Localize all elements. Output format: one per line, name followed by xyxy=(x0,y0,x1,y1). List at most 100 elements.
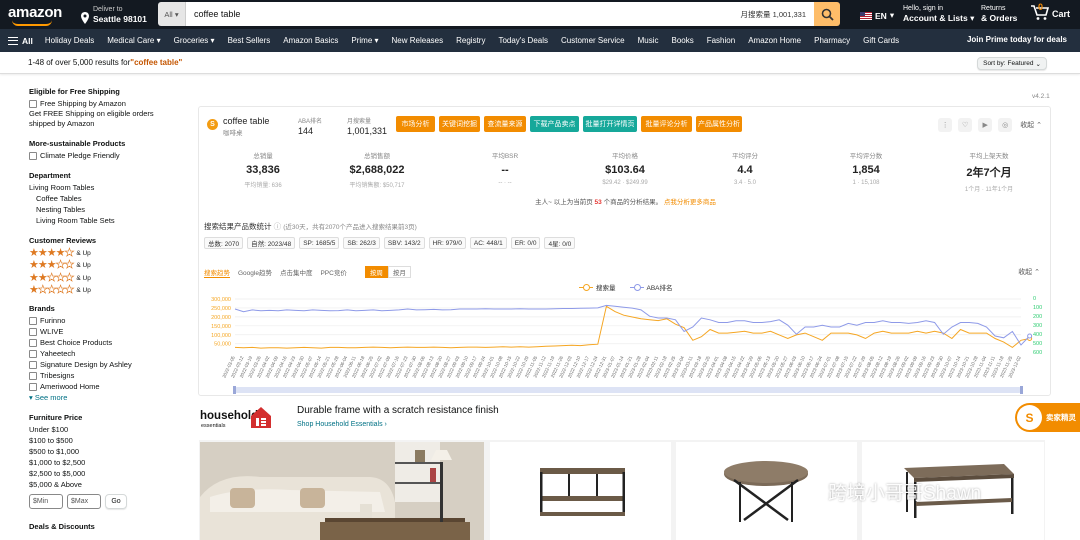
ad-shop-link[interactable]: Shop Household Essentials › xyxy=(297,421,387,428)
all-menu-button[interactable]: All xyxy=(8,36,33,46)
analyze-more-link[interactable]: 点我分析更多商品 xyxy=(664,199,716,206)
brand-checkbox[interactable]: Signature Design by Ashley xyxy=(29,359,179,370)
plugin-action-button[interactable]: 下载产品卖点 xyxy=(530,116,579,132)
nav-item[interactable]: Prime ▾ xyxy=(351,36,378,45)
settings-icon[interactable]: ◎ xyxy=(998,118,1013,132)
nav-item[interactable]: Pharmacy xyxy=(814,36,850,45)
household-essentials-logo[interactable]: household essentials xyxy=(199,404,276,430)
legend-item[interactable]: 搜索量 xyxy=(579,282,616,292)
search-button[interactable] xyxy=(814,2,840,26)
chart-collapse-button[interactable]: 收起 ⌃ xyxy=(1018,267,1040,277)
plugin-action-button[interactable]: 产品属性分析 xyxy=(696,116,742,132)
price-link[interactable]: Under $100 xyxy=(29,424,179,435)
tab-search-trend[interactable]: 搜索趋势 xyxy=(204,267,230,278)
review-filter-2-stars[interactable]: ★★★★★ & Up xyxy=(29,272,179,285)
checkbox[interactable] xyxy=(29,349,37,358)
plugin-action-button[interactable]: 关键词挖掘 xyxy=(439,116,480,132)
review-filter-1-stars[interactable]: ★★★★★ & Up xyxy=(29,284,179,298)
nav-item[interactable]: Holiday Deals xyxy=(45,36,94,45)
price-go-button[interactable]: Go xyxy=(105,494,127,509)
nav-item[interactable]: Fashion xyxy=(707,36,735,45)
toggle-weekly[interactable]: 按周 xyxy=(364,266,388,278)
result-tag[interactable]: 4星: 0/0 xyxy=(544,237,576,249)
legend-item[interactable]: ABA排名 xyxy=(629,282,673,292)
tab-ppc-bid[interactable]: PPC竞价 xyxy=(320,267,346,277)
department-link[interactable]: Living Room Tables xyxy=(29,182,179,193)
ad-headline[interactable]: Durable frame with a scratch resistance … xyxy=(297,405,499,416)
amazon-logo[interactable]: amazon xyxy=(8,4,64,26)
search-category-select[interactable]: All ▾ xyxy=(158,2,186,26)
plugin-action-button[interactable]: 批量打开详情页 xyxy=(583,116,637,132)
result-tag[interactable]: HR: 979/0 xyxy=(428,237,466,249)
brand-checkbox[interactable]: Best Choice Products xyxy=(29,337,179,348)
checkbox[interactable] xyxy=(29,151,37,160)
nav-item[interactable]: Groceries ▾ xyxy=(174,36,215,45)
filter-checkbox[interactable]: Free Shipping by Amazon xyxy=(29,98,179,109)
review-filter-4-stars[interactable]: ★★★★★ & Up xyxy=(29,247,179,260)
plugin-action-button[interactable]: 市场分析 xyxy=(396,116,435,132)
cart-button[interactable]: 0 Cart xyxy=(1030,2,1070,21)
nav-item[interactable]: Books xyxy=(671,36,693,45)
min-price-input[interactable]: $Min xyxy=(29,494,63,509)
toggle-monthly[interactable]: 按月 xyxy=(387,266,411,278)
language-selector[interactable]: EN ▾ xyxy=(860,10,894,21)
price-link[interactable]: $500 to $1,000 xyxy=(29,446,179,457)
result-tag[interactable]: ER: 0/0 xyxy=(510,237,541,249)
plugin-action-button[interactable]: 查流量来源 xyxy=(484,116,526,132)
department-link[interactable]: Nesting Tables xyxy=(29,204,179,215)
deliver-to[interactable]: Deliver to Seattle 98101 xyxy=(80,6,147,24)
price-link[interactable]: $100 to $500 xyxy=(29,435,179,446)
checkbox[interactable] xyxy=(29,371,37,380)
collapse-button[interactable]: 收起 ⌃ xyxy=(1020,120,1042,130)
brand-checkbox[interactable]: WLIVE xyxy=(29,326,179,337)
nav-item[interactable]: Best Sellers xyxy=(228,36,271,45)
heart-icon[interactable]: ♡ xyxy=(958,118,973,132)
brand-checkbox[interactable]: Furinno xyxy=(29,315,179,326)
result-tag[interactable]: SP: 1685/5 xyxy=(299,237,340,249)
nav-item[interactable]: Customer Service xyxy=(561,36,625,45)
nav-item[interactable]: Music xyxy=(638,36,659,45)
price-link[interactable]: $5,000 & Above xyxy=(29,479,179,490)
search-input[interactable]: coffee table 月搜索量 1,001,331 xyxy=(186,2,814,26)
price-link[interactable]: $2,500 to $5,000 xyxy=(29,468,179,479)
video-icon[interactable]: ▶ xyxy=(978,118,993,132)
more-icon[interactable]: ⋮ xyxy=(938,118,953,132)
plugin-action-button[interactable]: 批量评论分析 xyxy=(641,116,692,132)
result-tag[interactable]: 自然: 2023/48 xyxy=(247,237,296,249)
department-link[interactable]: Coffee Tables xyxy=(29,193,179,204)
checkbox[interactable] xyxy=(29,382,37,391)
nav-item[interactable]: Amazon Home xyxy=(748,36,801,45)
max-price-input[interactable]: $Max xyxy=(67,494,101,509)
checkbox[interactable] xyxy=(29,99,37,108)
brand-checkbox[interactable]: Yaheetech xyxy=(29,348,179,359)
returns-orders[interactable]: Returns & Orders xyxy=(981,4,1017,23)
sort-dropdown[interactable]: Sort by: Featured ⌄ xyxy=(977,57,1047,70)
filter-checkbox[interactable]: Climate Pledge Friendly xyxy=(29,150,179,161)
checkbox[interactable] xyxy=(29,316,37,325)
ad-hero-image[interactable] xyxy=(200,442,484,540)
nav-item[interactable]: Amazon Basics xyxy=(283,36,338,45)
tab-click-concentration[interactable]: 点击集中度 xyxy=(280,267,313,277)
brand-checkbox[interactable]: Ameriwood Home xyxy=(29,381,179,392)
see-more-link[interactable]: ▾ See more xyxy=(29,392,179,403)
nav-item[interactable]: Medical Care ▾ xyxy=(107,36,160,45)
nav-item[interactable]: Gift Cards xyxy=(863,36,899,45)
nav-item[interactable]: Today's Deals xyxy=(498,36,548,45)
brand-checkbox[interactable]: Tribesigns xyxy=(29,370,179,381)
price-link[interactable]: $1,000 to $2,500 xyxy=(29,457,179,468)
tab-google-trend[interactable]: Google趋势 xyxy=(238,267,272,277)
nav-item[interactable]: Registry xyxy=(456,36,485,45)
result-tag[interactable]: 总数: 2070 xyxy=(204,237,244,249)
ad-product-card[interactable] xyxy=(490,442,671,540)
result-tag[interactable]: SBV: 143/2 xyxy=(383,237,425,249)
account-menu[interactable]: Hello, sign in Account & Lists ▾ xyxy=(903,4,974,23)
result-tag[interactable]: SB: 262/3 xyxy=(343,237,380,249)
department-link[interactable]: Living Room Table Sets xyxy=(29,215,179,226)
checkbox[interactable] xyxy=(29,338,37,347)
result-tag[interactable]: AC: 448/1 xyxy=(469,237,507,249)
checkbox[interactable] xyxy=(29,360,37,369)
review-filter-3-stars[interactable]: ★★★★★ & Up xyxy=(29,259,179,273)
seller-sprite-assistant-tab[interactable]: S 卖家精灵 xyxy=(1015,403,1080,432)
nav-item[interactable]: New Releases xyxy=(392,36,444,45)
prime-promo-link[interactable]: Join Prime today for deals xyxy=(967,35,1067,44)
